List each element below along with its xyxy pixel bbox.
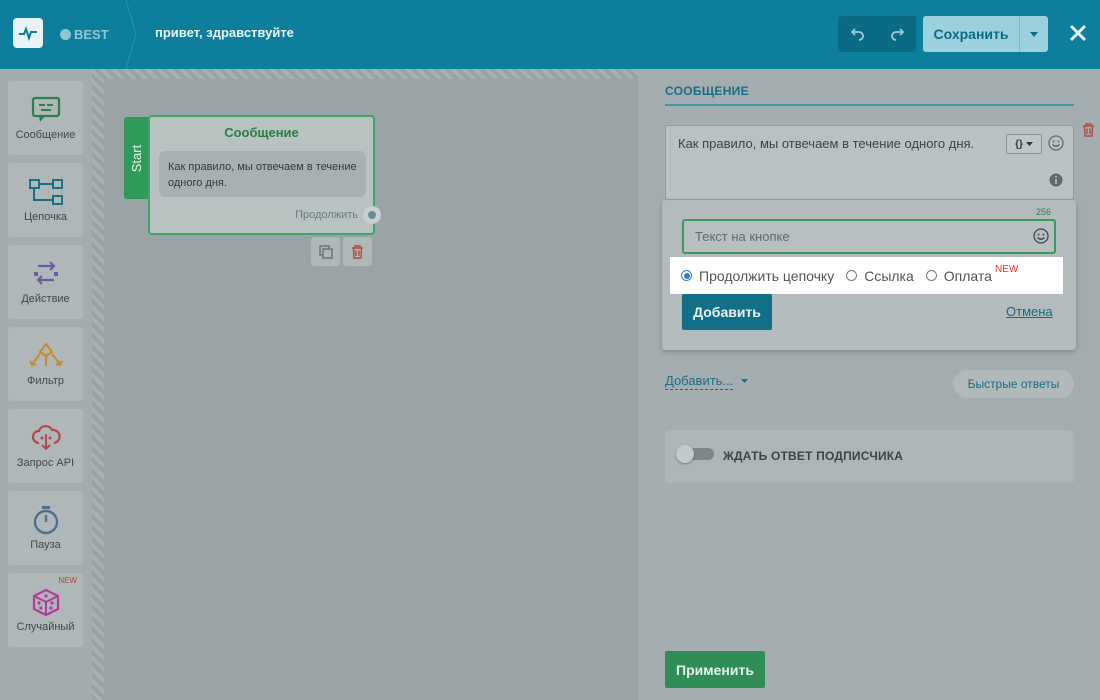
node-toolbox: Сообщение Цепочка Действие Фильтр Запрос… <box>0 69 92 700</box>
node-message-bubble: Как правило, мы отвечаем в течение одног… <box>159 151 366 197</box>
pulse-icon <box>19 26 37 41</box>
wait-reply-toggle[interactable] <box>676 445 714 463</box>
caret-down-icon <box>1025 142 1033 146</box>
wait-reply-label: ЖДАТЬ ОТВЕТ ПОДПИСЧИКА <box>723 449 904 463</box>
info-icon <box>1049 173 1063 187</box>
radio-payment[interactable]: Оплата NEW <box>925 264 1018 284</box>
insert-variable-button[interactable]: {} <box>1006 134 1042 154</box>
node-output-port[interactable] <box>363 206 381 224</box>
caret-down-icon <box>1030 31 1038 37</box>
save-button[interactable]: Сохранить <box>923 16 1019 52</box>
radio-indicator[interactable] <box>846 270 858 281</box>
cloud-api-icon <box>31 424 61 451</box>
flow-title[interactable]: привет, здравствуйте <box>155 25 294 40</box>
copy-icon <box>318 244 333 259</box>
add-button[interactable]: Добавить <box>682 294 772 330</box>
new-badge: NEW <box>994 264 1019 275</box>
start-tab: Start <box>124 117 150 199</box>
message-node[interactable]: Сообщение Как правило, мы отвечаем в теч… <box>148 115 375 235</box>
button-text-input[interactable] <box>684 221 1014 252</box>
canvas-border-top <box>92 69 638 79</box>
add-menu-dropdown[interactable]: Добавить... <box>665 373 734 390</box>
tool-random[interactable]: NEW Случайный <box>8 573 83 647</box>
panel-title: СООБЩЕНИЕ <box>665 84 1074 106</box>
tool-filter[interactable]: Фильтр <box>8 327 83 401</box>
wait-reply-section: ЖДАТЬ ОТВЕТ ПОДПИСЧИКА <box>665 430 1074 483</box>
message-icon <box>31 96 60 122</box>
redo-button[interactable] <box>877 16 916 52</box>
save-options-button[interactable] <box>1019 16 1048 52</box>
undo-icon <box>850 28 864 41</box>
radio-continue-chain[interactable]: Продолжить цепочку <box>681 268 834 284</box>
radio-indicator[interactable] <box>681 270 692 281</box>
info-button[interactable] <box>1049 173 1063 192</box>
node-actions <box>311 237 372 266</box>
radio-indicator[interactable] <box>925 270 937 281</box>
tool-api-request[interactable]: Запрос API <box>8 409 83 483</box>
trash-icon <box>1083 123 1094 137</box>
message-textarea[interactable]: Как правило, мы отвечаем в течение одног… <box>665 125 1074 200</box>
tool-action[interactable]: Действие <box>8 245 83 319</box>
delete-message-button[interactable] <box>1082 123 1095 142</box>
radio-link[interactable]: Ссылка <box>846 268 914 284</box>
apply-button[interactable]: Применить <box>665 651 765 688</box>
caret-down-icon <box>741 379 748 383</box>
cancel-link[interactable]: Отмена <box>1006 304 1053 319</box>
undo-redo-group <box>838 16 916 52</box>
close-button[interactable] <box>1066 21 1090 45</box>
dice-icon <box>32 588 59 617</box>
chevron-separator-icon <box>125 0 137 69</box>
delete-node-button[interactable] <box>343 237 372 266</box>
message-text: Как правило, мы отвечаем в течение одног… <box>678 136 975 151</box>
duplicate-node-button[interactable] <box>311 237 340 266</box>
close-icon <box>1069 24 1087 42</box>
brand-label: BEST <box>60 27 109 42</box>
tool-pause[interactable]: Пауза <box>8 491 83 565</box>
timer-icon <box>33 506 58 535</box>
emoji-button[interactable] <box>1048 135 1064 156</box>
top-header: BEST привет, здравствуйте Сохранить <box>0 0 1100 69</box>
tool-message[interactable]: Сообщение <box>8 81 83 155</box>
app-logo[interactable] <box>13 18 43 48</box>
node-title: Сообщение <box>224 125 299 140</box>
char-counter: 256 <box>1036 207 1052 217</box>
chain-icon <box>28 179 63 205</box>
node-continue-label: Продолжить <box>295 209 358 221</box>
button-text-field[interactable] <box>682 219 1056 254</box>
trash-icon <box>352 244 363 259</box>
quick-replies-button[interactable]: Быстрые ответы <box>953 370 1074 398</box>
undo-button[interactable] <box>838 16 877 52</box>
emoji-icon <box>1033 228 1049 244</box>
new-badge: NEW <box>58 576 77 585</box>
emoji-button[interactable] <box>1033 228 1049 249</box>
action-icon <box>33 261 58 285</box>
chat-bubble-icon <box>60 29 71 40</box>
emoji-icon <box>1048 135 1064 151</box>
canvas-border-left <box>92 69 104 700</box>
braces-icon: {} <box>1015 138 1023 150</box>
tool-chain[interactable]: Цепочка <box>8 163 83 237</box>
filter-icon <box>28 342 63 367</box>
button-type-options: Продолжить цепочку Ссылка Оплата NEW <box>670 257 1063 294</box>
redo-icon <box>890 28 904 41</box>
